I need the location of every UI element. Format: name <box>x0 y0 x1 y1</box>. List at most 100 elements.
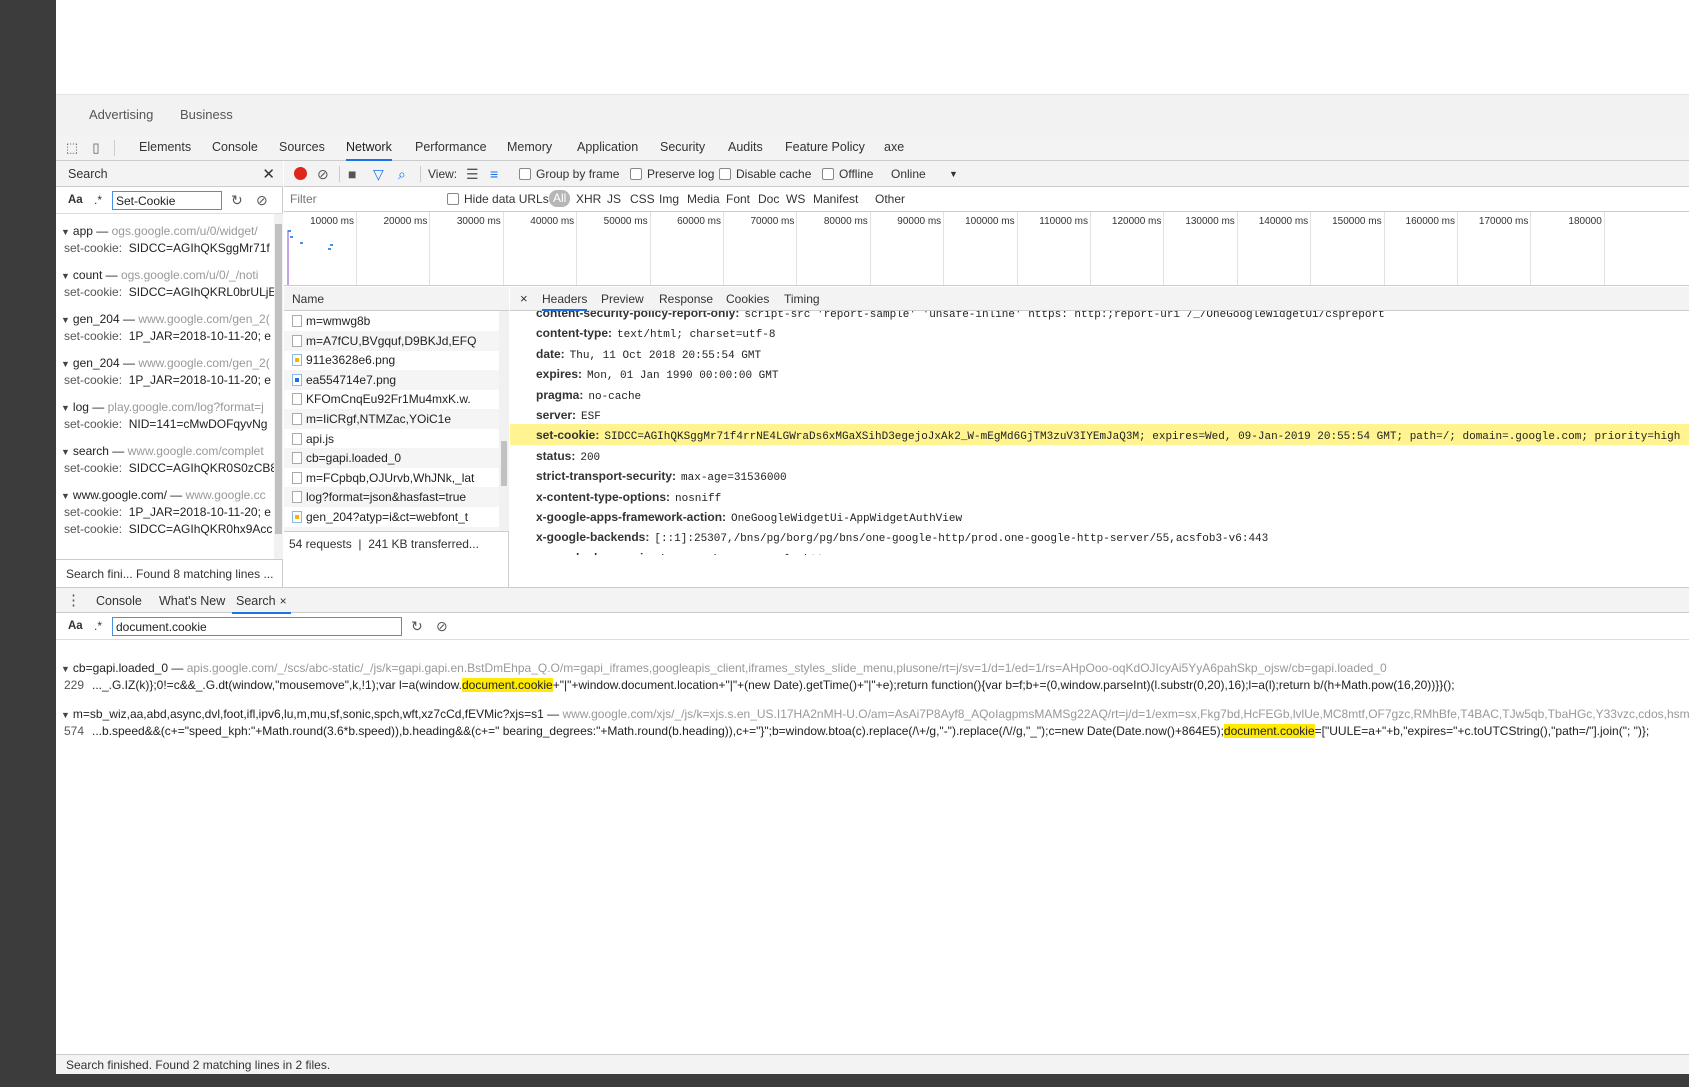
tab-console[interactable]: Console <box>212 134 258 161</box>
tab-axe[interactable]: axe <box>884 134 904 161</box>
result-line-label: set-cookie: <box>64 461 123 475</box>
inspect-element-icon[interactable]: ⬚ <box>64 140 80 156</box>
tab-memory[interactable]: Memory <box>507 134 552 161</box>
scrollbar-thumb[interactable] <box>275 224 282 534</box>
tab-feature-policy[interactable]: Feature Policy <box>785 134 865 161</box>
search-result-group[interactable]: ▼ search — www.google.com/complet set-coo… <box>56 444 274 488</box>
preserve-log-checkbox[interactable] <box>630 168 642 180</box>
filter-type-ws[interactable]: WS <box>786 192 805 206</box>
large-rows-icon[interactable]: ☰ <box>466 166 479 183</box>
filter-type-font[interactable]: Font <box>726 192 750 206</box>
result-line-label: set-cookie: <box>64 373 123 387</box>
tab-performance[interactable]: Performance <box>415 134 487 161</box>
tab-application[interactable]: Application <box>577 134 638 161</box>
filter-type-img[interactable]: Img <box>659 192 679 206</box>
search-results-scrollbar[interactable] <box>274 214 283 559</box>
request-row[interactable]: m=FCpbqb,OJUrvb,WhJNk,_lat <box>284 468 499 488</box>
tab-audits[interactable]: Audits <box>728 134 763 161</box>
filter-type-other[interactable]: Other <box>875 192 905 206</box>
search-result-group[interactable]: ▼ gen_204 — www.google.com/gen_2( set-coo… <box>56 312 274 356</box>
search-panel-header: Search ✕ <box>56 161 283 187</box>
drawer-tab-whats-new[interactable]: What's New <box>159 594 225 608</box>
request-name: gen_204?atyp=i&ct=webfont_t <box>306 510 469 524</box>
refresh-icon[interactable]: ↻ <box>231 192 243 209</box>
offline-checkbox[interactable] <box>822 168 834 180</box>
match-case-button[interactable]: Aa <box>68 194 83 206</box>
more-options-icon[interactable]: ⋮ <box>66 591 81 609</box>
tab-elements[interactable]: Elements <box>139 134 191 161</box>
timeline-gridline <box>1090 212 1091 285</box>
filter-type-css[interactable]: CSS <box>630 192 655 206</box>
tab-response[interactable]: Response <box>659 292 713 306</box>
network-timeline-overview[interactable]: 10000 ms 20000 ms 30000 ms 40000 ms 50000 ms… <box>284 212 1689 286</box>
clear-icon[interactable]: ⊘ <box>256 192 268 209</box>
timeline-tick-label: 100000 ms <box>965 216 1015 227</box>
record-button[interactable] <box>294 167 307 180</box>
match-case-button[interactable]: Aa <box>68 620 83 632</box>
request-row[interactable]: m=A7fCU,BVgquf,D9BKJd,EFQ <box>284 330 499 351</box>
request-row[interactable]: 911e3628e6.png <box>284 350 499 370</box>
screenshot-icon[interactable]: ■ <box>348 166 356 182</box>
close-icon[interactable]: ✕ <box>262 165 275 183</box>
throttling-select[interactable]: Online <box>891 167 926 181</box>
filter-type-all[interactable]: All <box>549 190 571 207</box>
close-icon[interactable]: × <box>280 594 287 608</box>
tab-preview[interactable]: Preview <box>601 292 644 306</box>
scrollbar-thumb[interactable] <box>501 441 507 486</box>
search-result-group[interactable]: ▼ gen_204 — www.google.com/gen_2( set-coo… <box>56 356 274 400</box>
request-row[interactable]: log?format=json&hasfast=true <box>284 487 499 508</box>
request-row[interactable]: m=IiCRgf,NTMZac,YOiC1e <box>284 409 499 429</box>
result-line-value: SIDCC=AGIhQKR0S0zCB8 <box>128 461 274 475</box>
close-icon[interactable]: × <box>520 291 528 306</box>
devtools-window: ⬚ ▯ Elements Console Sources Network Per… <box>56 134 1689 1074</box>
search-result-group[interactable]: ▼ cb=gapi.loaded_0 — apis.google.com/_/sc… <box>56 658 1689 698</box>
filter-type-xhr[interactable]: XHR <box>576 192 601 206</box>
name-column-header[interactable]: Name <box>284 287 509 311</box>
group-by-frame-checkbox[interactable] <box>519 168 531 180</box>
search-input[interactable] <box>112 191 222 210</box>
header-name: server: <box>536 408 577 422</box>
tab-headers[interactable]: Headers <box>542 292 588 311</box>
overview-icon[interactable]: ≡ <box>490 166 498 182</box>
filter-type-js[interactable]: JS <box>607 192 621 206</box>
regex-button[interactable]: .* <box>94 619 102 633</box>
filter-icon[interactable]: ▽ <box>373 166 384 183</box>
request-row[interactable]: cb=gapi.loaded_0 <box>284 448 499 469</box>
disable-cache-checkbox[interactable] <box>719 168 731 180</box>
regex-button[interactable]: .* <box>94 193 102 207</box>
request-row[interactable]: gen_204?atyp=i&ct=webfont_t <box>284 507 499 527</box>
match-context-before: ..._.G.IZ(k)};0!=c&&_.G.dt(window,"mouse… <box>92 678 462 692</box>
filter-type-doc[interactable]: Doc <box>758 192 779 206</box>
tab-security[interactable]: Security <box>660 134 705 161</box>
business-link[interactable]: Business <box>180 107 233 122</box>
drawer-search-input[interactable] <box>112 617 402 636</box>
request-row[interactable]: KFOmCnqEu92Fr1Mu4mxK.w. <box>284 389 499 409</box>
hide-data-urls-checkbox[interactable] <box>447 193 459 205</box>
advertising-link[interactable]: Advertising <box>89 107 153 122</box>
drawer-tab-console[interactable]: Console <box>96 594 142 608</box>
tab-network[interactable]: Network <box>346 134 392 161</box>
request-row[interactable]: m=wmwg8b <box>284 311 499 331</box>
tab-cookies[interactable]: Cookies <box>726 292 769 306</box>
clear-icon[interactable]: ⊘ <box>317 166 329 183</box>
search-result-group[interactable]: ▼ www.google.com/ — www.google.cc set-coo… <box>56 488 274 552</box>
tab-timing[interactable]: Timing <box>784 292 820 306</box>
search-result-group[interactable]: ▼ m=sb_wiz,aa,abd,async,dvl,foot,ifl,ipv6… <box>56 704 1689 744</box>
filter-input[interactable] <box>286 190 436 208</box>
device-toolbar-icon[interactable]: ▯ <box>88 140 104 156</box>
filter-type-media[interactable]: Media <box>687 192 720 206</box>
filter-type-manifest[interactable]: Manifest <box>813 192 858 206</box>
clear-icon[interactable]: ⊘ <box>436 618 448 635</box>
request-list-scrollbar[interactable] <box>499 311 509 531</box>
search-icon[interactable]: ⌕ <box>398 166 406 183</box>
tab-sources[interactable]: Sources <box>279 134 325 161</box>
search-result-group[interactable]: ▼ app — ogs.google.com/u/0/widget/ set-co… <box>56 224 274 268</box>
request-row[interactable]: ea554714e7.png <box>284 369 499 390</box>
search-result-group[interactable]: ▼ log — play.google.com/log?format=j set-… <box>56 400 274 444</box>
header-value: SIDCC=AGIhQKSggMr71f4rrNE4LGWraDs6xMGaXS… <box>604 431 1681 444</box>
drawer-tab-search[interactable]: Search × <box>232 594 291 614</box>
request-row[interactable]: api.js <box>284 429 499 449</box>
refresh-icon[interactable]: ↻ <box>411 618 423 635</box>
chevron-down-icon[interactable]: ▼ <box>949 169 958 179</box>
search-result-group[interactable]: ▼ count — ogs.google.com/u/0/_/noti set-c… <box>56 268 274 312</box>
